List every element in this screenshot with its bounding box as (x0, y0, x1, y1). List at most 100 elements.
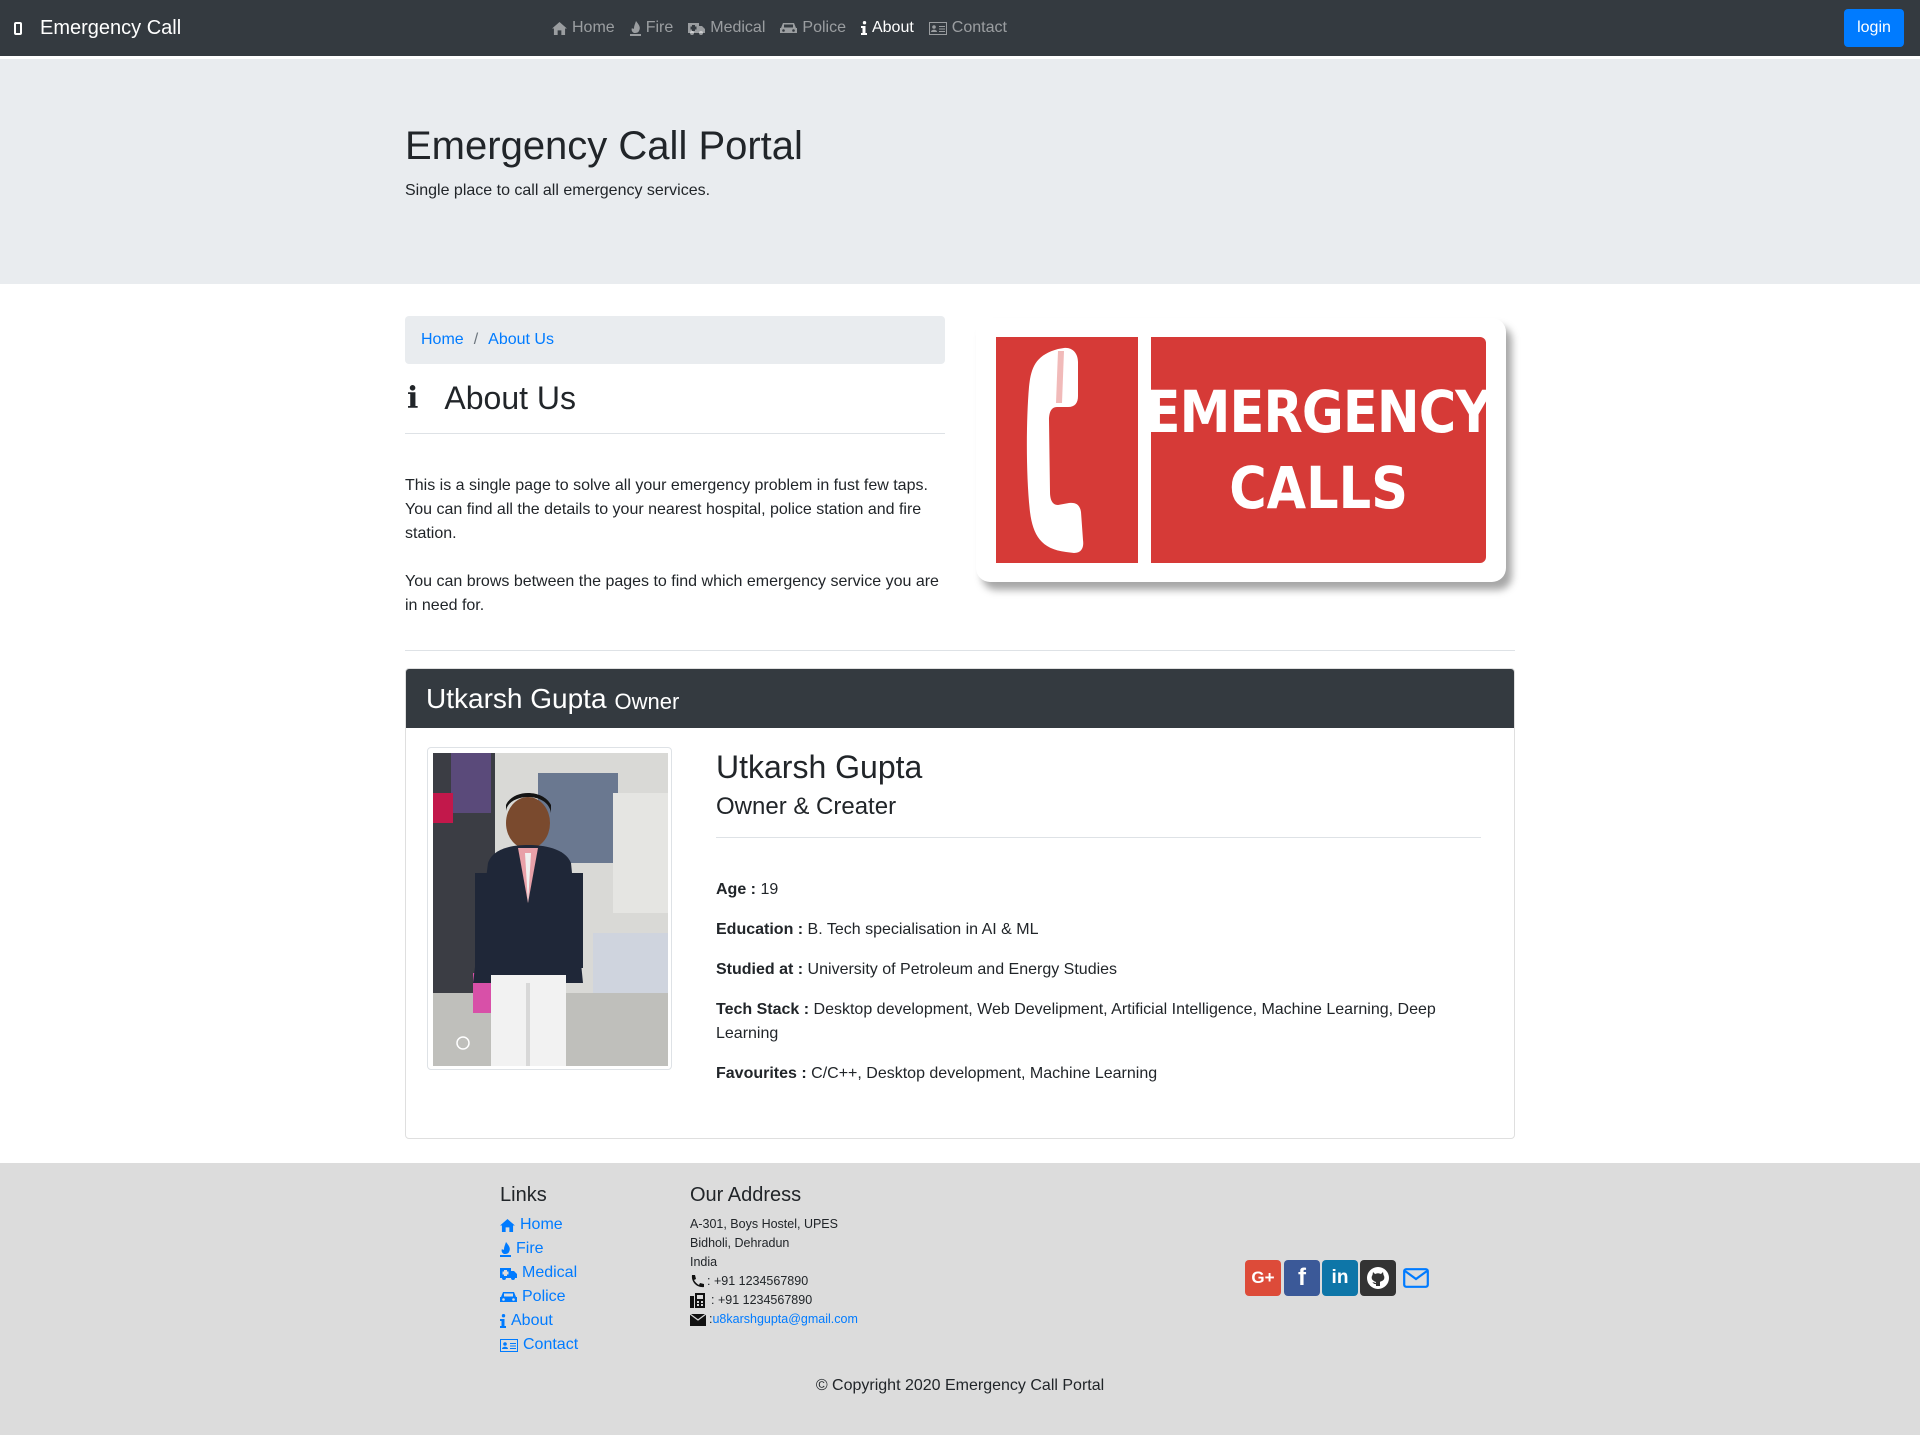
nav-item-label: Fire (645, 19, 674, 36)
github-button[interactable] (1360, 1260, 1396, 1296)
car-icon (500, 1291, 517, 1302)
detail-label: Age : (716, 881, 756, 898)
footer-link-fire[interactable]: Fire (500, 1240, 544, 1258)
owner-header-name: Utkarsh Gupta (426, 682, 607, 714)
footer-link-about[interactable]: About (500, 1312, 553, 1330)
owner-title: Owner & Creater (716, 793, 897, 820)
divider (716, 837, 1481, 838)
mobile-phone-icon (14, 21, 22, 35)
info-icon (500, 1314, 506, 1328)
jumbotron: Emergency Call Portal Single place to ca… (0, 59, 1920, 284)
ambulance-icon (688, 22, 706, 35)
facebook-icon: f (1298, 1264, 1306, 1291)
page-subtitle: Single place to call all emergency servi… (405, 182, 711, 199)
owner-detail-studied-at: Studied at : University of Petroleum and… (716, 958, 1486, 982)
email-link[interactable]: u8karshgupta@gmail.com (712, 1310, 857, 1329)
breadcrumb-current[interactable]: About Us (488, 331, 554, 349)
owner-detail-age: Age : 19 (716, 878, 1486, 902)
address-fax: : +91 1234567890 (690, 1291, 812, 1310)
nav-item-label: Contact (951, 19, 1007, 36)
address-line: India (690, 1255, 718, 1269)
linkedin-icon: in (1331, 1267, 1349, 1288)
footer-link-medical[interactable]: Medical (500, 1264, 577, 1282)
google-plus-button[interactable]: G+ (1245, 1260, 1281, 1296)
detail-label: Education : (716, 921, 804, 938)
banner-line-2: CALLS (1229, 454, 1408, 522)
nav-links: Home Fire Medical Police About Contact (552, 0, 1022, 56)
owner-detail-education: Education : B. Tech specialisation in AI… (716, 918, 1486, 942)
detail-value: University of Petroleum and Energy Studi… (803, 961, 1118, 978)
owner-card-header: Utkarsh Gupta Owner (406, 669, 1514, 728)
footer-link-label: Home (520, 1216, 563, 1233)
breadcrumb-separator: / (473, 331, 479, 348)
owner-photo-image (433, 753, 668, 1066)
owner-card: Utkarsh Gupta Owner Utkarsh Gupta Owner … (405, 668, 1515, 1139)
divider (405, 650, 1515, 651)
address-line: A-301, Boys Hostel, UPES (690, 1217, 838, 1231)
email-button[interactable] (1398, 1260, 1434, 1296)
nav-item-about[interactable]: About (860, 19, 914, 37)
about-heading: i About Us (405, 380, 576, 417)
page-title: Emergency Call Portal (405, 124, 803, 168)
person-photo-illustration (433, 753, 668, 1066)
nav-item-home[interactable]: Home (552, 19, 615, 37)
footer-link-contact[interactable]: Contact (500, 1336, 578, 1354)
brand[interactable]: Emergency Call (14, 0, 181, 56)
info-icon (860, 21, 867, 35)
fax-number: : +91 1234567890 (711, 1293, 813, 1307)
footer-link-label: Police (522, 1288, 566, 1305)
nav-item-contact[interactable]: Contact (928, 19, 1007, 37)
nav-item-label: Home (572, 19, 615, 36)
footer-links-title: Links (500, 1184, 547, 1206)
address-card-icon (928, 21, 947, 35)
address-line: Bidholi, Dehradun (690, 1236, 790, 1250)
login-button[interactable]: login (1844, 9, 1904, 47)
info-icon: i (407, 381, 419, 416)
telephone-handset-icon (1026, 347, 1084, 553)
detail-value: C/C++, Desktop development, Machine Lear… (806, 1065, 1158, 1082)
emergency-calls-image: EMERGENCY CALLS (976, 318, 1506, 582)
banner-line-1: EMERGENCY (1145, 378, 1493, 446)
footer-link-label: Fire (516, 1240, 544, 1257)
nav-item-police[interactable]: Police (780, 19, 846, 37)
footer-link-home[interactable]: Home (500, 1216, 563, 1234)
nav-item-medical[interactable]: Medical (688, 19, 765, 37)
about-heading-text: About Us (444, 380, 577, 416)
home-icon (552, 21, 567, 35)
nav-item-label: About (871, 19, 914, 36)
phone-number: : +91 1234567890 (707, 1274, 809, 1288)
detail-value: B. Tech specialisation in AI & ML (803, 921, 1039, 938)
footer-link-label: About (511, 1312, 553, 1329)
breadcrumb-home[interactable]: Home (421, 331, 464, 349)
fire-icon (500, 1241, 511, 1257)
home-icon (500, 1218, 515, 1232)
address-card-icon (500, 1338, 518, 1352)
copyright: © Copyright 2020 Emergency Call Portal (815, 1377, 1105, 1394)
footer-address-title: Our Address (690, 1184, 802, 1206)
github-icon (1367, 1267, 1389, 1289)
divider (405, 433, 945, 434)
phone-panel (996, 337, 1138, 563)
nav-item-fire[interactable]: Fire (629, 19, 674, 37)
car-icon (780, 22, 798, 33)
address-phone: : +91 1234567890 (690, 1272, 808, 1291)
envelope-icon (690, 1313, 706, 1326)
fax-icon (690, 1293, 705, 1308)
brand-label: Emergency Call (40, 16, 182, 39)
detail-label: Studied at : (716, 961, 804, 978)
nav-item-label: Police (802, 19, 846, 36)
google-plus-icon: G+ (1251, 1268, 1275, 1287)
owner-detail-favourites: Favourites : C/C++, Desktop development,… (716, 1062, 1486, 1086)
emergency-text-panel: EMERGENCY CALLS (1146, 337, 1492, 563)
about-paragraph-2: You can brows between the pages to find … (405, 573, 939, 614)
facebook-button[interactable]: f (1284, 1260, 1320, 1296)
owner-detail-tech-stack: Tech Stack : Desktop development, Web De… (716, 998, 1486, 1046)
owner-name: Utkarsh Gupta (716, 749, 923, 785)
navbar: Emergency Call Home Fire Medical Police … (0, 0, 1920, 56)
linkedin-button[interactable]: in (1322, 1260, 1358, 1296)
address-email: : u8karshgupta@gmail.com (690, 1310, 858, 1329)
nav-item-label: Medical (710, 19, 766, 36)
envelope-icon (1403, 1268, 1429, 1288)
detail-label: Favourites : (716, 1065, 807, 1082)
footer-link-police[interactable]: Police (500, 1288, 566, 1306)
